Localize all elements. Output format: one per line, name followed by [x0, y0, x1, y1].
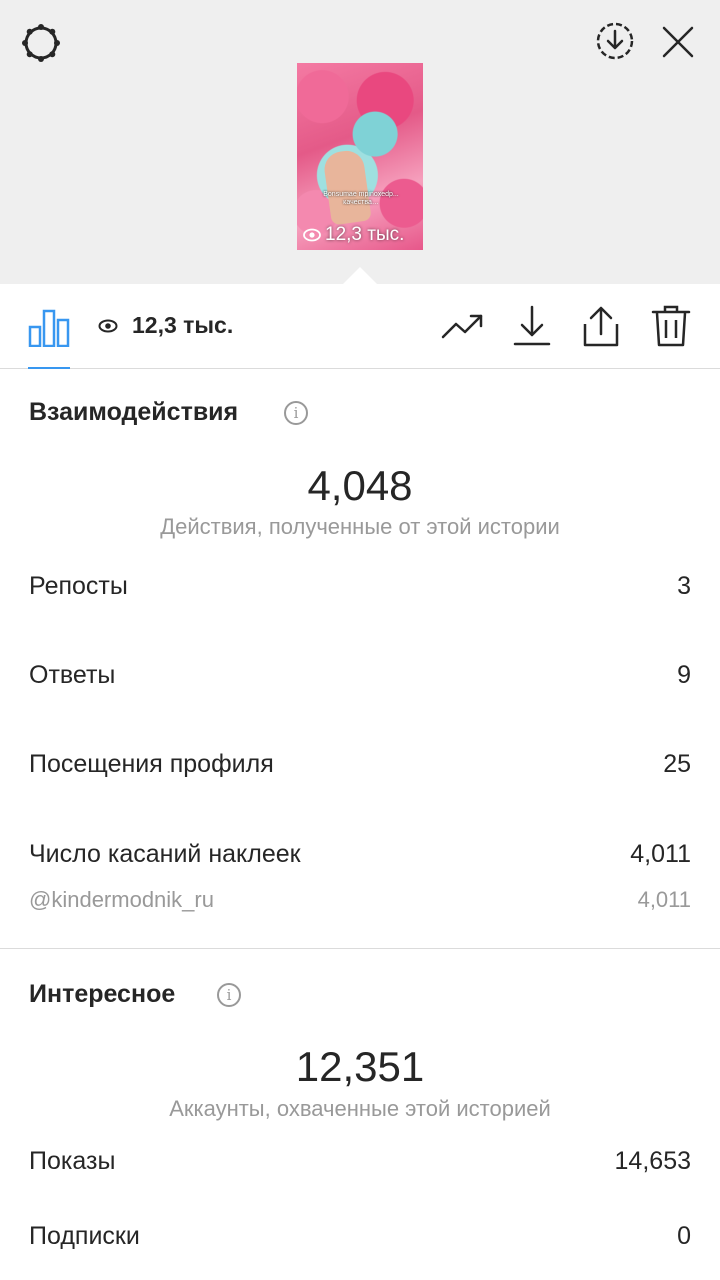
sticker-taps-label: Число касаний наклеек: [29, 840, 301, 868]
sticker-taps-value: 4,011: [630, 840, 691, 868]
discovery-caption: Аккаунты, охваченные этой историей: [169, 1096, 551, 1121]
discovery-title: Интересное: [29, 980, 176, 1008]
section-divider: [0, 948, 720, 949]
discovery-total: 12,351: [295, 1043, 425, 1090]
story-thumbnail[interactable]: Bonsumae mpinoxedp... качества… 12,3 тыс…: [297, 63, 423, 250]
follows-value: 0: [677, 1222, 691, 1250]
views-count: 12,3 тыс.: [132, 312, 234, 338]
sticker-mention-label[interactable]: @kindermodnik_ru: [29, 887, 214, 913]
thumbnail-views-count: 12,3 тыс.: [325, 224, 405, 245]
sticker-mention-value: 4,011: [637, 887, 691, 912]
trash-icon[interactable]: [650, 304, 692, 348]
interactions-total: 4,048: [307, 462, 413, 509]
eye-icon: [303, 228, 321, 242]
info-icon[interactable]: i: [217, 983, 241, 1007]
thumbnail-pointer: [343, 267, 377, 284]
thumbnail-views: 12,3 тыс.: [303, 224, 404, 246]
reposts-label: Репосты: [29, 572, 128, 600]
bar-chart-icon[interactable]: [28, 306, 70, 348]
insights-tab-indicator: [28, 367, 70, 369]
follows-label: Подписки: [29, 1222, 140, 1250]
trend-up-icon[interactable]: [441, 308, 485, 344]
close-icon[interactable]: [658, 22, 698, 62]
download-icon[interactable]: [512, 304, 552, 348]
download-circle-icon[interactable]: [594, 20, 636, 62]
share-icon[interactable]: [580, 304, 622, 348]
interactions-title: Взаимодействия: [29, 398, 239, 426]
replies-label: Ответы: [29, 661, 116, 689]
info-icon[interactable]: i: [284, 401, 308, 425]
insights-toolbar: 12,3 тыс.: [0, 284, 720, 369]
eye-icon: [98, 319, 118, 332]
views-summary: 12,3 тыс.: [98, 312, 233, 339]
impressions-label: Показы: [29, 1147, 116, 1175]
replies-value: 9: [677, 661, 691, 689]
story-preview-area: Bonsumae mpinoxedp... качества… 12,3 тыс…: [0, 0, 720, 284]
profile-visits-label: Посещения профиля: [29, 750, 274, 778]
story-caption: Bonsumae mpinoxedp... качества…: [323, 191, 399, 206]
profile-visits-value: 25: [663, 750, 691, 778]
hand-image-detail: [322, 148, 372, 226]
interactions-caption: Действия, полученные от этой истории: [160, 514, 560, 539]
impressions-value: 14,653: [614, 1147, 691, 1175]
reposts-value: 3: [677, 572, 691, 600]
settings-gear-icon[interactable]: [20, 22, 62, 64]
